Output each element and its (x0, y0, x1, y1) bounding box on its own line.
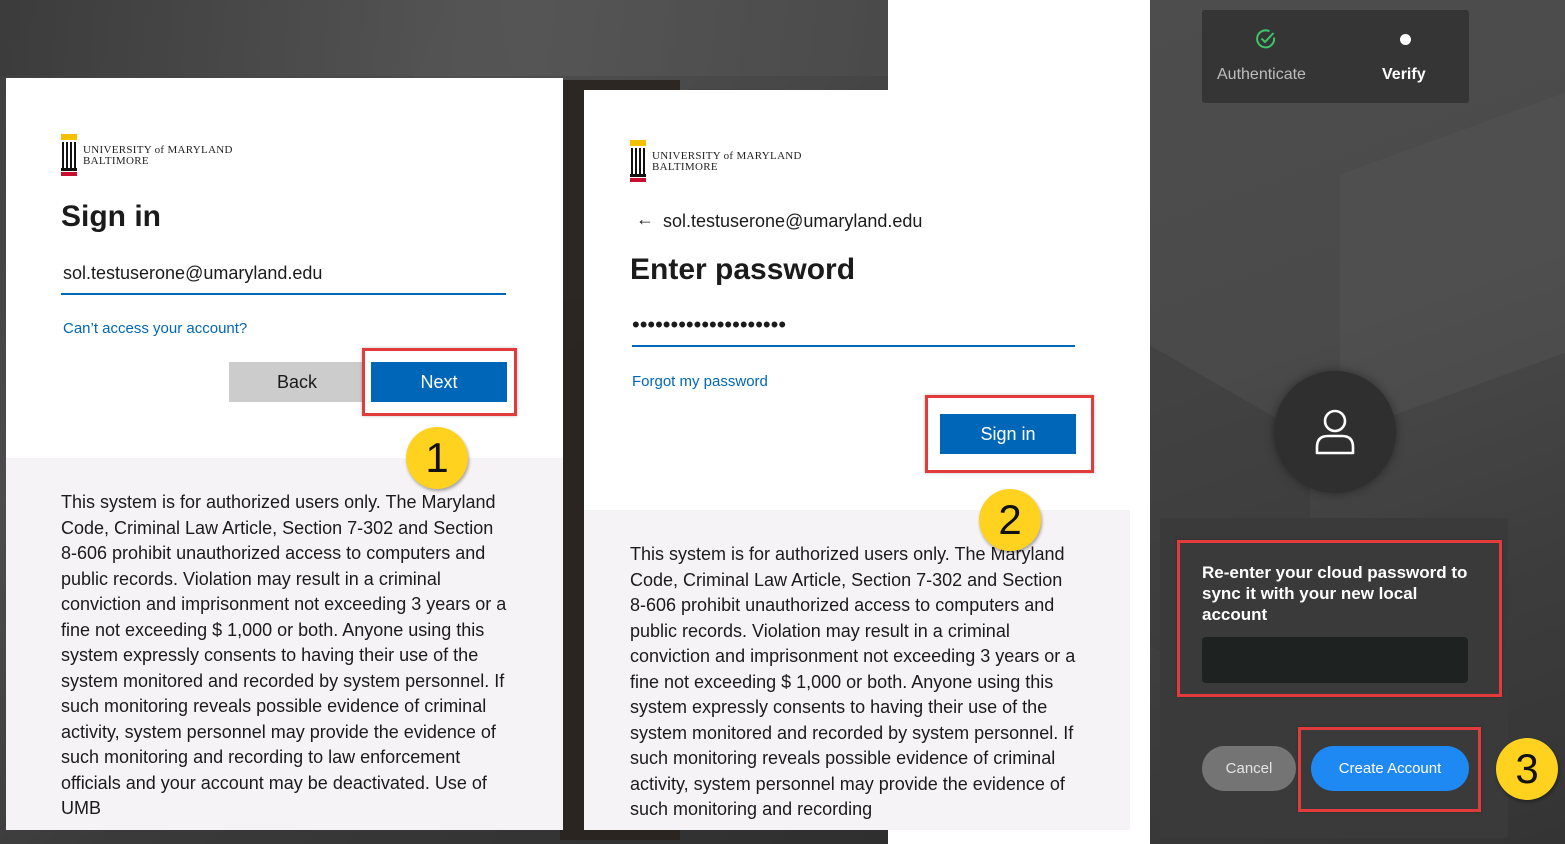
setup-stepper: Authenticate Verify (1202, 10, 1469, 103)
sign-in-card: UNIVERSITY of MARYLAND BALTIMORE Sign in… (6, 78, 563, 830)
cant-access-account-link[interactable]: Can’t access your account? (63, 320, 247, 337)
back-button[interactable]: Back (229, 362, 365, 402)
page-title: Sign in (61, 200, 161, 233)
password-input[interactable]: •••••••••••••••••••• (632, 312, 786, 338)
back-arrow-icon[interactable]: ← (636, 209, 654, 230)
highlight-sign-in-button (925, 395, 1094, 473)
highlight-next-button (362, 348, 517, 416)
logo-line-2: BALTIMORE (83, 155, 149, 167)
cancel-button[interactable]: Cancel (1202, 746, 1296, 791)
highlight-password-area (1177, 540, 1502, 697)
university-logo-icon (61, 134, 77, 178)
step-callout-2: 2 (979, 489, 1041, 551)
user-avatar (1274, 371, 1396, 493)
university-logo-icon (630, 140, 646, 184)
legal-notice-panel: This system is for authorized users only… (584, 510, 1130, 830)
step-verify-label: Verify (1382, 66, 1426, 83)
step-callout-3: 3 (1496, 738, 1558, 800)
umb-logo: UNIVERSITY of MARYLAND BALTIMORE (61, 134, 233, 178)
dot-icon (1400, 34, 1411, 45)
password-input-underline (632, 345, 1075, 347)
step-authenticate-label: Authenticate (1217, 66, 1306, 83)
check-circle-icon (1256, 29, 1276, 49)
forgot-password-link[interactable]: Forgot my password (632, 373, 768, 390)
legal-notice-panel: This system is for authorized users only… (6, 458, 563, 830)
legal-notice-text: This system is for authorized users only… (630, 544, 1076, 819)
logo-line-2: BALTIMORE (652, 161, 718, 173)
email-input-underline (61, 293, 506, 295)
umb-logo: UNIVERSITY of MARYLAND BALTIMORE (630, 140, 802, 184)
legal-notice-text: This system is for authorized users only… (61, 492, 507, 818)
identity-email: sol.testuserone@umaryland.edu (663, 211, 923, 231)
step-callout-1: 1 (406, 427, 468, 489)
page-title: Enter password (630, 253, 856, 286)
email-input[interactable]: sol.testuserone@umaryland.edu (63, 263, 503, 284)
user-icon (1315, 409, 1355, 455)
highlight-create-account-button (1298, 727, 1481, 812)
